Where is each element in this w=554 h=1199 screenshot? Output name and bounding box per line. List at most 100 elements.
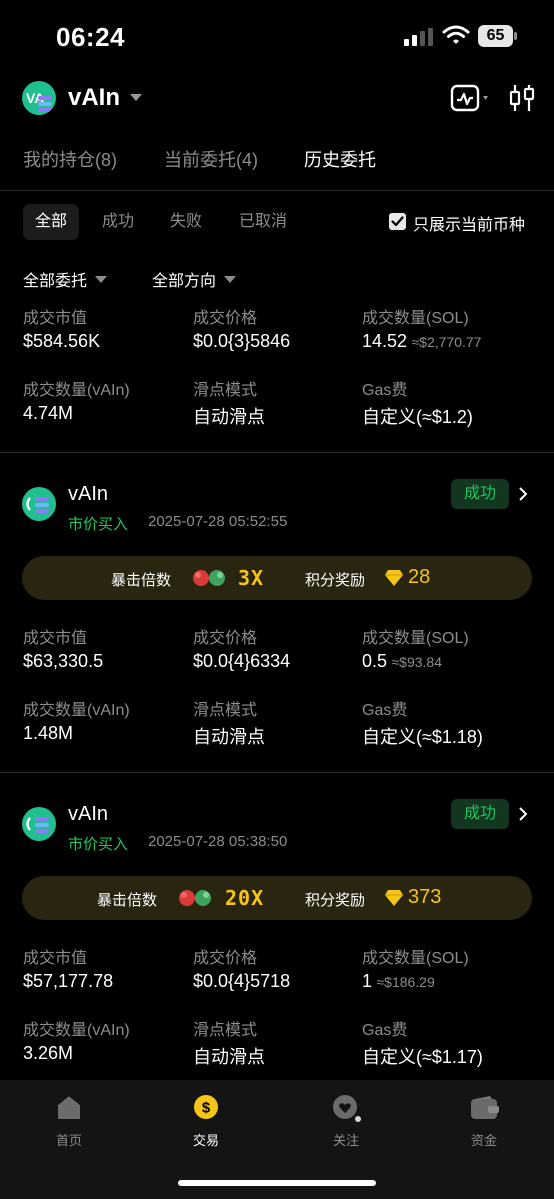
trade-value-label: 成交市值 (23, 310, 88, 327)
chevron-down-icon (95, 276, 108, 283)
bonus-bar: 暴击倍数 20X 积分奖励 373 (22, 876, 532, 920)
diamond-icon (385, 890, 403, 906)
slippage-label: 滑点模式 (193, 382, 258, 399)
crit-label: 暴击倍数 (111, 572, 172, 589)
tab-funds-label: 资金 (470, 1133, 497, 1148)
filter-all[interactable]: 全部 (23, 204, 80, 240)
qty-sol-value: 0.5 (362, 651, 388, 671)
trade-icon: $ (194, 1095, 218, 1119)
divider (0, 190, 554, 191)
tab-home[interactable]: 首页 (39, 1092, 99, 1150)
order-card[interactable]: vAIn 市价买入 2025-07-28 05:38:50 成功 暴击倍数 20… (0, 773, 554, 1080)
trade-qty-token-label: 成交数量(vAIn) (23, 702, 130, 719)
direction-dropdown[interactable]: 全部方向 (152, 267, 237, 291)
status-badge: 成功 (451, 799, 509, 829)
slippage-label: 滑点模式 (193, 702, 258, 719)
points-label: 积分奖励 (305, 572, 366, 589)
only-current-label[interactable]: 只展示当前币种 (413, 211, 525, 235)
points-value: 28 (408, 566, 431, 588)
tab-funds[interactable]: 资金 (454, 1092, 514, 1150)
boxing-gloves-icon (193, 570, 225, 586)
trade-qty-sol: 1 ≈$186.29 (362, 971, 435, 992)
trade-price: $0.0{3}5846 (193, 331, 291, 351)
direction-value: 全部方向 (152, 273, 217, 290)
candlestick-settings-icon[interactable] (508, 82, 536, 114)
chevron-right-icon[interactable] (517, 486, 529, 502)
qty-sol-usd: ≈$93.84 (391, 654, 442, 670)
qty-sol-usd: ≈$186.29 (376, 974, 435, 990)
tab-open-orders[interactable]: 当前委托(4) (164, 146, 258, 172)
checkmark-icon (391, 216, 404, 227)
tab-positions[interactable]: 我的持仓(8) (23, 146, 117, 172)
token-logo (22, 807, 56, 841)
gas-fee: 自定义(≈$1.2) (362, 407, 473, 427)
tab-order-history[interactable]: 历史委托 (304, 146, 376, 172)
filter-cancelled[interactable]: 已取消 (227, 204, 299, 240)
only-current-checkbox[interactable] (389, 213, 406, 230)
order-token-name: vAIn (68, 483, 109, 505)
points-value: 373 (408, 886, 442, 908)
slippage-mode: 自动滑点 (193, 1047, 265, 1067)
trade-price: $0.0{4}5718 (193, 971, 291, 991)
gas-label: Gas费 (362, 702, 408, 719)
token-logo (22, 487, 56, 521)
trade-qty-token-label: 成交数量(vAIn) (23, 1022, 130, 1039)
slippage-label: 滑点模式 (193, 1022, 258, 1039)
token-selector[interactable]: vAIn (68, 84, 120, 112)
home-indicator (178, 1180, 376, 1186)
gas-label: Gas费 (362, 1022, 408, 1039)
trade-value-label: 成交市值 (23, 950, 88, 967)
gas-fee: 自定义(≈$1.17) (362, 1047, 483, 1067)
tab-watchlist-label: 关注 (332, 1133, 359, 1148)
qty-sol-usd: ≈$2,770.77 (411, 334, 482, 350)
trade-price-label: 成交价格 (193, 310, 258, 327)
filter-success[interactable]: 成功 (90, 204, 146, 240)
diamond-icon (385, 570, 403, 586)
trade-value: $63,330.5 (23, 651, 104, 671)
chevron-down-icon (224, 276, 237, 283)
tab-watchlist[interactable]: 关注 (316, 1092, 376, 1150)
order-time: 2025-07-28 05:52:55 (148, 513, 288, 530)
home-icon (57, 1096, 81, 1119)
trade-price: $0.0{4}6334 (193, 651, 291, 671)
trade-qty-sol-label: 成交数量(SOL) (362, 630, 469, 647)
qty-sol-value: 14.52 (362, 331, 408, 351)
crit-label: 暴击倍数 (97, 892, 158, 909)
trade-qty-token: 1.48M (23, 723, 74, 743)
order-card[interactable]: vAIn 市价买入 2025-07-28 05:52:55 成功 暴击倍数 3X… (0, 453, 554, 771)
order-type: 市价买入 (68, 836, 129, 853)
trade-value: $57,177.78 (23, 971, 114, 991)
trade-qty-sol: 14.52 ≈$2,770.77 (362, 331, 481, 352)
trade-value-label: 成交市值 (23, 630, 88, 647)
chevron-right-icon[interactable] (517, 806, 529, 822)
order-type-value: 全部委托 (23, 273, 88, 290)
chart-icon[interactable] (450, 84, 494, 112)
trade-price-label: 成交价格 (193, 950, 258, 967)
boxing-gloves-icon (179, 890, 211, 906)
battery-icon: 65 (478, 25, 518, 47)
crit-multiplier: 20X (225, 886, 265, 910)
slippage-mode: 自动滑点 (193, 407, 265, 427)
cellular-signal-icon (404, 28, 433, 46)
trade-price-label: 成交价格 (193, 630, 258, 647)
filter-failed[interactable]: 失败 (158, 204, 214, 240)
tab-trade-label: 交易 (192, 1133, 219, 1148)
tab-home-label: 首页 (55, 1133, 82, 1148)
trade-value: $584.56K (23, 331, 101, 351)
wallet-icon (471, 1096, 499, 1119)
svg-text:$: $ (202, 1100, 211, 1117)
gas-fee: 自定义(≈$1.18) (362, 727, 483, 747)
order-time: 2025-07-28 05:38:50 (148, 833, 288, 850)
qty-sol-value: 1 (362, 971, 373, 991)
trade-qty-sol-label: 成交数量(SOL) (362, 310, 469, 327)
status-time: 06:24 (56, 22, 125, 52)
order-type-dropdown[interactable]: 全部委托 (23, 267, 108, 291)
token-logo: VA (22, 81, 56, 115)
trade-qty-token: 3.26M (23, 1043, 74, 1063)
crit-multiplier: 3X (238, 566, 265, 590)
points-label: 积分奖励 (305, 892, 366, 909)
tab-trade[interactable]: $ 交易 (176, 1092, 236, 1150)
wifi-icon (442, 25, 470, 44)
bonus-bar: 暴击倍数 3X 积分奖励 28 (22, 556, 532, 600)
chevron-down-icon[interactable] (130, 94, 142, 101)
